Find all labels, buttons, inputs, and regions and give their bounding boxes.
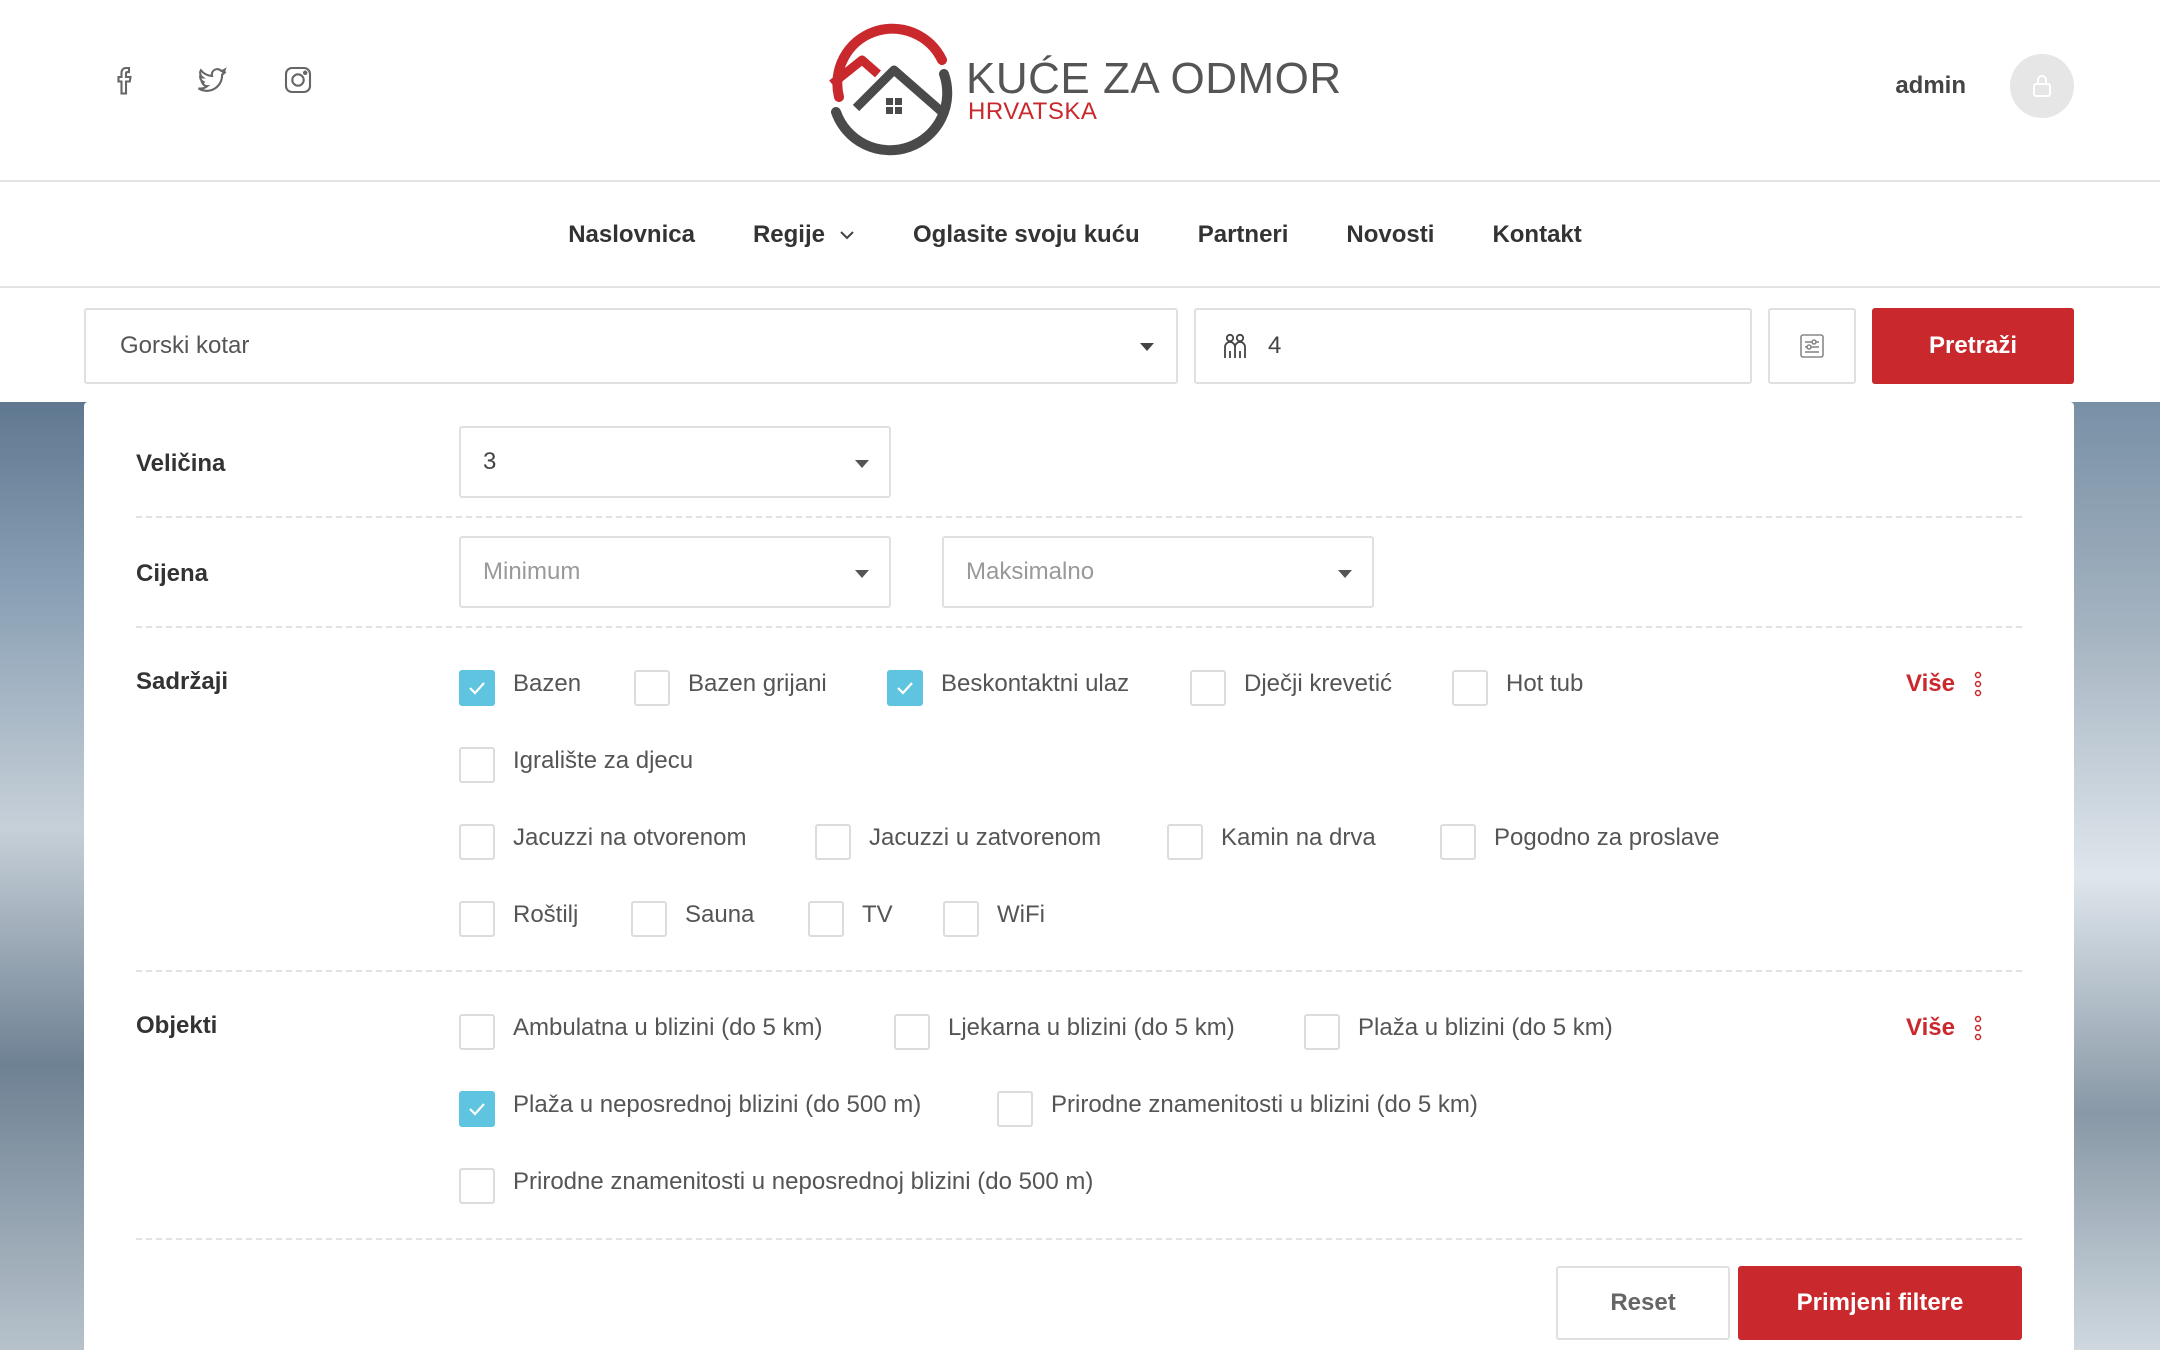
amenity-checkbox[interactable]: Hot tub	[1452, 666, 1583, 706]
checkbox-box[interactable]	[631, 901, 667, 937]
facebook-icon[interactable]	[108, 62, 144, 98]
twitter-icon[interactable]	[194, 62, 230, 98]
amenity-checkbox[interactable]: Pogodno za proslave	[1440, 820, 1720, 860]
price-max-select[interactable]: Maksimalno	[942, 536, 1374, 608]
facility-checkbox[interactable]: Ljekarna u blizini (do 5 km)	[894, 1010, 1235, 1050]
checkbox-box[interactable]	[1440, 824, 1476, 860]
amenity-checkbox[interactable]: Igralište za djecu	[459, 743, 693, 783]
divider	[136, 626, 2022, 628]
chevron-down-icon	[840, 231, 854, 240]
checkbox-box[interactable]	[815, 824, 851, 860]
facility-checkbox[interactable]: Plaža u blizini (do 5 km)	[1304, 1010, 1613, 1050]
background-forest-right	[2070, 402, 2160, 1350]
caret-down-icon	[855, 570, 869, 578]
region-value: Gorski kotar	[120, 332, 250, 359]
more-dots-icon	[1974, 671, 1982, 697]
divider	[136, 1238, 2022, 1240]
price-min-select[interactable]: Minimum	[459, 536, 891, 608]
checkbox-box[interactable]	[1190, 670, 1226, 706]
divider	[136, 970, 2022, 972]
search-bar: Gorski kotar 4 Pretraži	[0, 290, 2160, 402]
checkbox-box[interactable]	[1452, 670, 1488, 706]
region-select[interactable]: Gorski kotar	[84, 308, 1178, 384]
people-icon	[1224, 333, 1246, 358]
checkbox-box[interactable]	[1167, 824, 1203, 860]
price-max-placeholder: Maksimalno	[966, 558, 1095, 585]
top-header: KUĆE ZA ODMOR HRVATSKA admin	[0, 0, 2160, 182]
checkmark-icon	[469, 1103, 485, 1116]
amenity-checkbox[interactable]: Jacuzzi na otvorenom	[459, 820, 746, 860]
price-min-placeholder: Minimum	[483, 558, 581, 585]
amenity-checkbox[interactable]: WiFi	[943, 897, 1045, 937]
caret-down-icon	[855, 460, 869, 468]
checkbox-box[interactable]	[459, 1168, 495, 1204]
checkbox-box[interactable]	[894, 1014, 930, 1050]
size-label: Veličina	[136, 450, 226, 477]
amenity-checkbox[interactable]: Kamin na drva	[1167, 820, 1376, 860]
amenities-more-button[interactable]: Više	[1906, 670, 1983, 698]
user-menu[interactable]: admin	[1895, 54, 2074, 118]
checkbox-box[interactable]	[808, 901, 844, 937]
brand-title: KUĆE ZA ODMOR	[966, 54, 1342, 103]
checkbox-box[interactable]	[459, 824, 495, 860]
checkbox-box[interactable]	[634, 670, 670, 706]
checkbox-box[interactable]	[459, 1014, 495, 1050]
sliders-icon	[1800, 334, 1824, 358]
nav-item-kontakt[interactable]: Kontakt	[1492, 221, 1581, 249]
checkbox-box[interactable]	[887, 670, 923, 706]
amenity-checkbox[interactable]: TV	[808, 897, 893, 937]
facility-checkbox[interactable]: Prirodne znamenitosti u neposrednoj bliz…	[459, 1164, 1093, 1204]
nav-item-novosti[interactable]: Novosti	[1346, 221, 1434, 249]
size-select[interactable]: 3	[459, 426, 891, 498]
price-label: Cijena	[136, 560, 209, 587]
checkmark-icon	[897, 682, 913, 695]
checkbox-box[interactable]	[459, 1091, 495, 1127]
social-links	[108, 62, 316, 98]
amenity-checkbox[interactable]: Roštilj	[459, 897, 578, 937]
guests-input[interactable]: 4	[1194, 308, 1752, 384]
search-button[interactable]: Pretraži	[1872, 308, 2074, 384]
instagram-icon[interactable]	[280, 62, 316, 98]
avatar[interactable]	[2010, 54, 2074, 118]
size-value: 3	[483, 448, 497, 475]
house-logo-icon	[829, 23, 953, 156]
more-dots-icon	[1974, 1015, 1982, 1041]
amenity-checkbox[interactable]: Beskontaktni ulaz	[887, 666, 1129, 706]
nav-item-partneri[interactable]: Partneri	[1198, 221, 1289, 249]
checkbox-box[interactable]	[459, 747, 495, 783]
caret-down-icon	[1338, 570, 1352, 578]
facility-checkbox[interactable]: Plaža u neposrednoj blizini (do 500 m)	[459, 1087, 921, 1127]
site-logo[interactable]: KUĆE ZA ODMOR HRVATSKA	[814, 12, 1341, 162]
checkbox-box[interactable]	[997, 1091, 1033, 1127]
brand-subtitle: HRVATSKA	[968, 98, 1098, 125]
checkbox-box[interactable]	[459, 901, 495, 937]
guests-value: 4	[1268, 332, 1282, 359]
nav-item-regije[interactable]: Regije	[753, 221, 855, 249]
amenities-label: Sadržaji	[136, 668, 229, 695]
caret-down-icon	[1140, 343, 1154, 351]
divider	[136, 516, 2022, 518]
checkmark-icon	[469, 682, 485, 695]
facilities-more-button[interactable]: Više	[1906, 1014, 1983, 1042]
facilities-label: Objekti	[136, 1012, 218, 1039]
amenity-checkbox[interactable]: Sauna	[631, 897, 754, 937]
filter-toggle-button[interactable]	[1768, 308, 1856, 384]
apply-filters-button[interactable]: Primjeni filtere	[1738, 1266, 2022, 1340]
checkbox-box[interactable]	[1304, 1014, 1340, 1050]
lock-icon	[2033, 75, 2051, 97]
nav-item-oglasite[interactable]: Oglasite svoju kuću	[913, 221, 1140, 249]
main-nav: Naslovnica Regije Oglasite svoju kuću Pa…	[0, 184, 2160, 288]
amenity-checkbox[interactable]: Bazen grijani	[634, 666, 827, 706]
username[interactable]: admin	[1895, 72, 1966, 100]
amenity-checkbox[interactable]: Bazen	[459, 666, 581, 706]
nav-item-naslovnica[interactable]: Naslovnica	[568, 221, 695, 249]
facility-checkbox[interactable]: Ambulatna u blizini (do 5 km)	[459, 1010, 822, 1050]
reset-button[interactable]: Reset	[1556, 1266, 1730, 1340]
amenity-checkbox[interactable]: Jacuzzi u zatvorenom	[815, 820, 1101, 860]
facility-checkbox[interactable]: Prirodne znamenitosti u blizini (do 5 km…	[997, 1087, 1478, 1127]
checkbox-box[interactable]	[943, 901, 979, 937]
filter-panel: Veličina 3 Cijena Minimum Maksimalno Sad…	[84, 402, 2074, 1350]
checkbox-box[interactable]	[459, 670, 495, 706]
amenity-checkbox[interactable]: Dječji krevetić	[1190, 666, 1392, 706]
